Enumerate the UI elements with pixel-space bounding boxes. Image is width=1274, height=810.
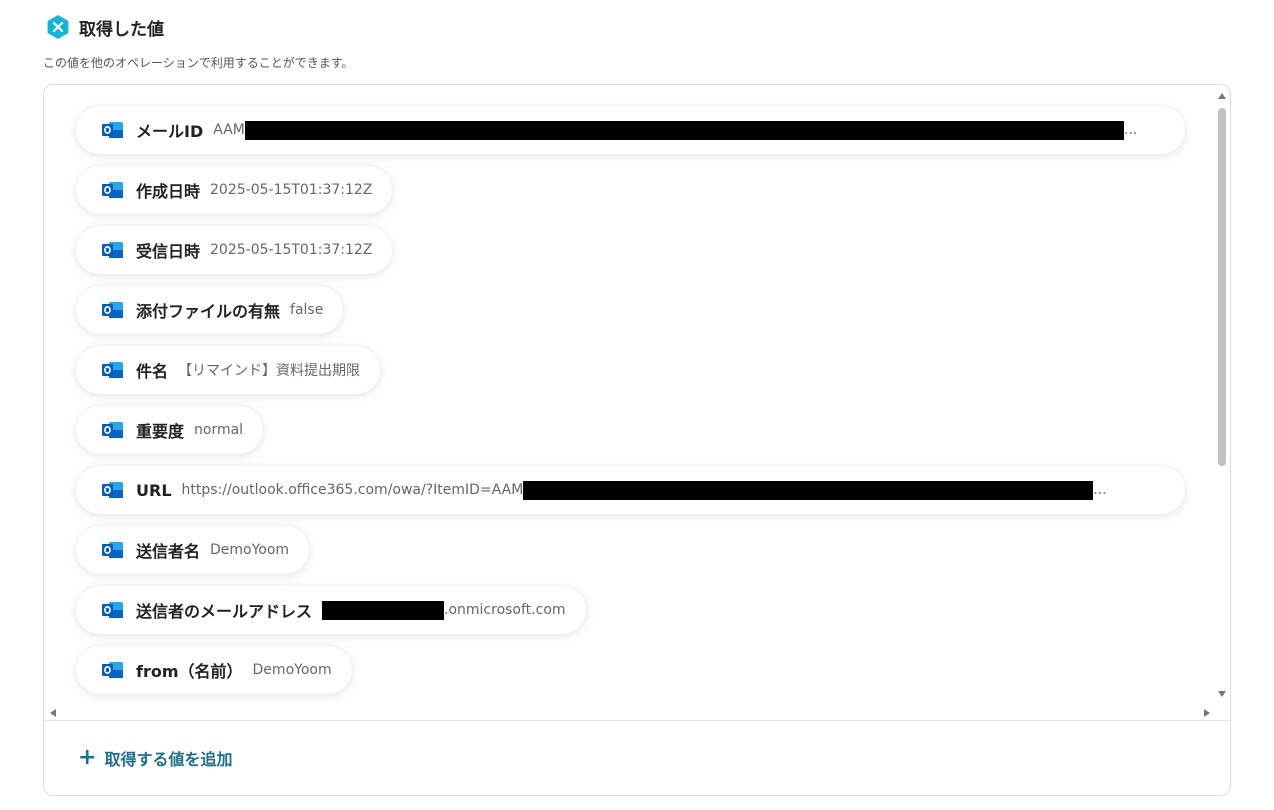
field-label: 受信日時 <box>136 242 201 261</box>
field-label: URL <box>136 480 172 500</box>
value-chip-received-at[interactable]: 受信日時 2025-05-15T01:37:12Z <box>76 226 393 274</box>
value-suffix: .onmicrosoft.com <box>444 602 566 618</box>
field-value: DemoYoom <box>210 542 290 558</box>
scroll-right-arrow-icon[interactable] <box>1204 709 1210 717</box>
values-list[interactable]: メールID AAM ... 作成日時 2025-05-15T01:37:12Z … <box>44 85 1214 705</box>
field-label: 作成日時 <box>136 182 201 201</box>
outlook-icon <box>102 122 123 138</box>
outlook-icon <box>102 482 123 498</box>
field-label: 添付ファイルの有無 <box>136 302 281 321</box>
field-value: 2025-05-15T01:37:12Z <box>210 242 373 258</box>
add-value-button[interactable]: + 取得する値を追加 <box>78 743 232 773</box>
section-title: 取得した値 <box>79 19 164 40</box>
horizontal-scrollbar[interactable] <box>50 707 1210 719</box>
scroll-down-arrow-icon[interactable] <box>1218 691 1226 697</box>
value-chip-sender-name[interactable]: 送信者名 DemoYoom <box>76 526 310 574</box>
yoom-hex-icon <box>45 14 71 40</box>
value-prefix: AAM <box>213 122 245 138</box>
field-value: https://outlook.office365.com/owa/?ItemI… <box>181 480 1107 500</box>
value-suffix: ... <box>1093 482 1107 498</box>
field-label: メールID <box>136 122 204 141</box>
vertical-scroll-thumb[interactable] <box>1218 108 1226 466</box>
plus-icon: + <box>78 745 97 770</box>
outlook-icon <box>102 242 123 258</box>
value-chip-mail-id[interactable]: メールID AAM ... <box>76 106 1185 154</box>
outlook-icon <box>102 422 123 438</box>
field-value: 【リマインド】資料提出期限 <box>178 363 361 379</box>
scroll-up-arrow-icon[interactable] <box>1218 93 1226 99</box>
vertical-scrollbar[interactable] <box>1215 93 1229 697</box>
field-label: from（名前） <box>136 662 243 681</box>
value-chip-created-at[interactable]: 作成日時 2025-05-15T01:37:12Z <box>76 166 393 214</box>
field-label: 送信者名 <box>136 542 201 561</box>
field-label: 送信者のメールアドレス <box>136 602 313 621</box>
outlook-icon <box>102 182 123 198</box>
add-value-label: 取得する値を追加 <box>104 750 233 769</box>
value-chip-sender-email[interactable]: 送信者のメールアドレス .onmicrosoft.com <box>76 586 586 634</box>
value-chip-subject[interactable]: 件名 【リマインド】資料提出期限 <box>76 346 381 394</box>
value-suffix: ... <box>1123 122 1138 138</box>
field-label: 件名 <box>136 362 169 381</box>
values-panel: メールID AAM ... 作成日時 2025-05-15T01:37:12Z … <box>43 84 1231 796</box>
field-value: false <box>290 302 324 318</box>
value-chip-has-attachments[interactable]: 添付ファイルの有無 false <box>76 286 344 334</box>
field-value: normal <box>194 422 244 438</box>
redaction-bar <box>523 480 1094 500</box>
section-subtitle: この値を他のオペレーションで利用することができます。 <box>43 56 354 70</box>
redaction-bar <box>244 120 1124 140</box>
panel-divider <box>44 720 1230 721</box>
outlook-icon <box>102 542 123 558</box>
field-value: AAM ... <box>213 120 1138 140</box>
outlook-icon <box>102 302 123 318</box>
outlook-icon <box>102 662 123 678</box>
outlook-icon <box>102 602 123 618</box>
field-value: 2025-05-15T01:37:12Z <box>210 182 373 198</box>
value-chip-url[interactable]: URL https://outlook.office365.com/owa/?I… <box>76 466 1185 514</box>
field-label: 重要度 <box>136 422 185 441</box>
value-prefix: https://outlook.office365.com/owa/?ItemI… <box>181 482 524 498</box>
value-chip-importance[interactable]: 重要度 normal <box>76 406 264 454</box>
value-chip-from-name[interactable]: from（名前） DemoYoom <box>76 646 352 694</box>
scroll-left-arrow-icon[interactable] <box>50 709 56 717</box>
section-header: 取得した値 <box>45 14 164 40</box>
field-value: .onmicrosoft.com <box>322 600 566 620</box>
redaction-bar <box>322 600 445 620</box>
field-value: DemoYoom <box>252 662 332 678</box>
outlook-icon <box>102 362 123 378</box>
